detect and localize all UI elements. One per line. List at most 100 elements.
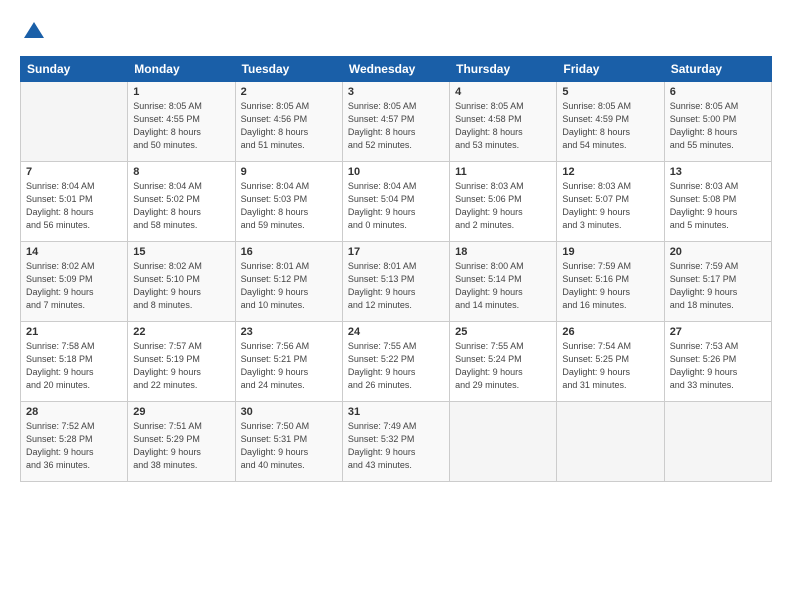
day-number: 26: [562, 326, 658, 338]
day-info: Sunrise: 7:59 AM Sunset: 5:17 PM Dayligh…: [670, 260, 766, 312]
day-number: 30: [241, 406, 337, 418]
day-info: Sunrise: 7:55 AM Sunset: 5:22 PM Dayligh…: [348, 340, 444, 392]
day-header-thursday: Thursday: [450, 57, 557, 82]
logo: [20, 18, 52, 46]
calendar-cell: 27 Sunrise: 7:53 AM Sunset: 5:26 PM Dayli…: [664, 322, 771, 402]
header-row: [20, 18, 772, 46]
calendar-cell: [664, 402, 771, 482]
day-info: Sunrise: 8:04 AM Sunset: 5:04 PM Dayligh…: [348, 180, 444, 232]
calendar-cell: 10Sunrise: 8:04 AM Sunset: 5:04 PM Dayli…: [342, 162, 449, 242]
calendar-cell: 31 Sunrise: 7:49 AM Sunset: 5:32 PM Dayli…: [342, 402, 449, 482]
day-info: Sunrise: 8:02 AM Sunset: 5:09 PM Dayligh…: [26, 260, 122, 312]
calendar-cell: 14 Sunrise: 8:02 AM Sunset: 5:09 PM Dayli…: [21, 242, 128, 322]
day-number: 29: [133, 406, 229, 418]
day-info: Sunrise: 7:54 AM Sunset: 5:25 PM Dayligh…: [562, 340, 658, 392]
day-number: 19: [562, 246, 658, 258]
calendar-cell: 24 Sunrise: 7:55 AM Sunset: 5:22 PM Dayli…: [342, 322, 449, 402]
day-info: Sunrise: 8:05 AM Sunset: 5:00 PM Dayligh…: [670, 100, 766, 152]
day-info: Sunrise: 7:51 AM Sunset: 5:29 PM Dayligh…: [133, 420, 229, 472]
day-info: Sunrise: 8:05 AM Sunset: 4:56 PM Dayligh…: [241, 100, 337, 152]
day-info: Sunrise: 8:01 AM Sunset: 5:12 PM Dayligh…: [241, 260, 337, 312]
calendar-cell: [450, 402, 557, 482]
day-info: Sunrise: 8:02 AM Sunset: 5:10 PM Dayligh…: [133, 260, 229, 312]
calendar-cell: 22Sunrise: 7:57 AM Sunset: 5:19 PM Dayli…: [128, 322, 235, 402]
day-number: 12: [562, 166, 658, 178]
day-info: Sunrise: 7:58 AM Sunset: 5:18 PM Dayligh…: [26, 340, 122, 392]
calendar-cell: [557, 402, 664, 482]
day-info: Sunrise: 8:05 AM Sunset: 4:57 PM Dayligh…: [348, 100, 444, 152]
day-info: Sunrise: 8:04 AM Sunset: 5:03 PM Dayligh…: [241, 180, 337, 232]
day-number: 27: [670, 326, 766, 338]
page: SundayMondayTuesdayWednesdayThursdayFrid…: [0, 0, 792, 494]
day-info: Sunrise: 7:59 AM Sunset: 5:16 PM Dayligh…: [562, 260, 658, 312]
week-row-0: 1Sunrise: 8:05 AM Sunset: 4:55 PM Daylig…: [21, 82, 772, 162]
calendar-cell: 9 Sunrise: 8:04 AM Sunset: 5:03 PM Daylig…: [235, 162, 342, 242]
day-info: Sunrise: 7:52 AM Sunset: 5:28 PM Dayligh…: [26, 420, 122, 472]
calendar-cell: 1Sunrise: 8:05 AM Sunset: 4:55 PM Daylig…: [128, 82, 235, 162]
header-row-days: SundayMondayTuesdayWednesdayThursdayFrid…: [21, 57, 772, 82]
calendar-cell: 4 Sunrise: 8:05 AM Sunset: 4:58 PM Daylig…: [450, 82, 557, 162]
calendar-cell: [21, 82, 128, 162]
day-number: 20: [670, 246, 766, 258]
calendar-cell: 5Sunrise: 8:05 AM Sunset: 4:59 PM Daylig…: [557, 82, 664, 162]
calendar-cell: 18 Sunrise: 8:00 AM Sunset: 5:14 PM Dayli…: [450, 242, 557, 322]
calendar-cell: 16 Sunrise: 8:01 AM Sunset: 5:12 PM Dayli…: [235, 242, 342, 322]
day-number: 21: [26, 326, 122, 338]
calendar-cell: 25 Sunrise: 7:55 AM Sunset: 5:24 PM Dayli…: [450, 322, 557, 402]
calendar-cell: 7 Sunrise: 8:04 AM Sunset: 5:01 PM Daylig…: [21, 162, 128, 242]
calendar-cell: 3 Sunrise: 8:05 AM Sunset: 4:57 PM Daylig…: [342, 82, 449, 162]
day-header-friday: Friday: [557, 57, 664, 82]
day-header-tuesday: Tuesday: [235, 57, 342, 82]
day-number: 17: [348, 246, 444, 258]
day-info: Sunrise: 8:05 AM Sunset: 4:58 PM Dayligh…: [455, 100, 551, 152]
day-number: 23: [241, 326, 337, 338]
day-number: 3: [348, 86, 444, 98]
day-info: Sunrise: 8:05 AM Sunset: 4:59 PM Dayligh…: [562, 100, 658, 152]
day-info: Sunrise: 8:00 AM Sunset: 5:14 PM Dayligh…: [455, 260, 551, 312]
calendar-cell: 17 Sunrise: 8:01 AM Sunset: 5:13 PM Dayli…: [342, 242, 449, 322]
calendar-cell: 11Sunrise: 8:03 AM Sunset: 5:06 PM Dayli…: [450, 162, 557, 242]
calendar-cell: 2Sunrise: 8:05 AM Sunset: 4:56 PM Daylig…: [235, 82, 342, 162]
day-number: 18: [455, 246, 551, 258]
calendar-cell: 30Sunrise: 7:50 AM Sunset: 5:31 PM Dayli…: [235, 402, 342, 482]
day-info: Sunrise: 7:53 AM Sunset: 5:26 PM Dayligh…: [670, 340, 766, 392]
day-number: 9: [241, 166, 337, 178]
day-number: 24: [348, 326, 444, 338]
day-info: Sunrise: 8:04 AM Sunset: 5:02 PM Dayligh…: [133, 180, 229, 232]
calendar-cell: 15 Sunrise: 8:02 AM Sunset: 5:10 PM Dayli…: [128, 242, 235, 322]
day-number: 28: [26, 406, 122, 418]
day-info: Sunrise: 8:04 AM Sunset: 5:01 PM Dayligh…: [26, 180, 122, 232]
day-number: 15: [133, 246, 229, 258]
calendar-cell: 29 Sunrise: 7:51 AM Sunset: 5:29 PM Dayli…: [128, 402, 235, 482]
day-header-sunday: Sunday: [21, 57, 128, 82]
day-number: 16: [241, 246, 337, 258]
day-number: 25: [455, 326, 551, 338]
day-info: Sunrise: 8:01 AM Sunset: 5:13 PM Dayligh…: [348, 260, 444, 312]
day-number: 31: [348, 406, 444, 418]
calendar-cell: 8 Sunrise: 8:04 AM Sunset: 5:02 PM Daylig…: [128, 162, 235, 242]
day-number: 22: [133, 326, 229, 338]
day-number: 14: [26, 246, 122, 258]
calendar-cell: 21 Sunrise: 7:58 AM Sunset: 5:18 PM Dayli…: [21, 322, 128, 402]
week-row-1: 7 Sunrise: 8:04 AM Sunset: 5:01 PM Daylig…: [21, 162, 772, 242]
day-info: Sunrise: 7:49 AM Sunset: 5:32 PM Dayligh…: [348, 420, 444, 472]
day-header-wednesday: Wednesday: [342, 57, 449, 82]
calendar-cell: 6 Sunrise: 8:05 AM Sunset: 5:00 PM Daylig…: [664, 82, 771, 162]
calendar-cell: 13Sunrise: 8:03 AM Sunset: 5:08 PM Dayli…: [664, 162, 771, 242]
day-number: 13: [670, 166, 766, 178]
day-number: 7: [26, 166, 122, 178]
week-row-2: 14 Sunrise: 8:02 AM Sunset: 5:09 PM Dayli…: [21, 242, 772, 322]
day-number: 8: [133, 166, 229, 178]
day-header-monday: Monday: [128, 57, 235, 82]
day-number: 11: [455, 166, 551, 178]
calendar-cell: 28 Sunrise: 7:52 AM Sunset: 5:28 PM Dayli…: [21, 402, 128, 482]
week-row-4: 28 Sunrise: 7:52 AM Sunset: 5:28 PM Dayli…: [21, 402, 772, 482]
day-number: 4: [455, 86, 551, 98]
day-info: Sunrise: 7:56 AM Sunset: 5:21 PM Dayligh…: [241, 340, 337, 392]
day-info: Sunrise: 7:55 AM Sunset: 5:24 PM Dayligh…: [455, 340, 551, 392]
day-number: 6: [670, 86, 766, 98]
day-info: Sunrise: 8:05 AM Sunset: 4:55 PM Dayligh…: [133, 100, 229, 152]
calendar-cell: 26 Sunrise: 7:54 AM Sunset: 5:25 PM Dayli…: [557, 322, 664, 402]
calendar-cell: 20 Sunrise: 7:59 AM Sunset: 5:17 PM Dayli…: [664, 242, 771, 322]
logo-icon: [20, 18, 48, 46]
